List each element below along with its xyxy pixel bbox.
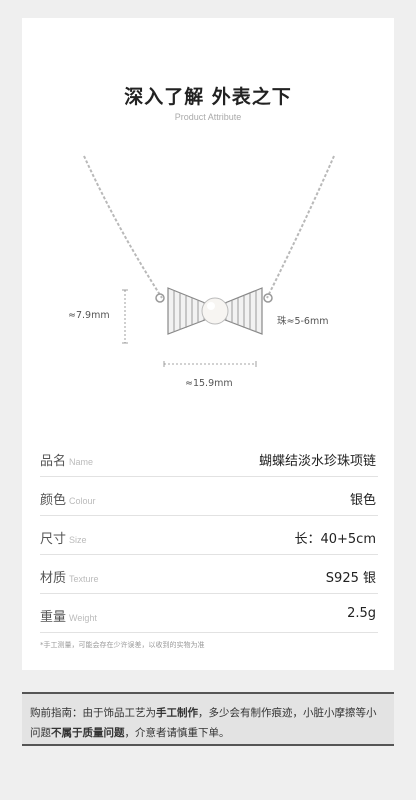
spec-row-name: 品名 Name 蝴蝶结淡水珍珠项链 xyxy=(40,438,378,477)
measurement-note: *手工测量，可能会存在少许误差，以收到的实物为准 xyxy=(40,641,205,649)
spec-row-colour: 颜色 Colour 银色 xyxy=(40,477,378,516)
spec-label-en: Size xyxy=(69,535,87,545)
spec-label-en: Name xyxy=(69,457,94,467)
spec-value: 银色 xyxy=(349,493,376,508)
notice-bold-quality: 不属于质量问题 xyxy=(51,727,125,739)
necklace-image xyxy=(83,155,335,367)
spec-label-en: Texture xyxy=(69,574,99,584)
page-subtitle: Product Attribute xyxy=(174,112,242,122)
product-card: 深入了解 外表之下 Product Attribute ≈7.9mm ≈15.9… xyxy=(22,18,394,670)
page-title: 深入了解 外表之下 xyxy=(124,86,292,108)
spec-label: 颜色 xyxy=(40,493,67,508)
spec-value: 长：40+5cm xyxy=(294,532,376,547)
purchase-notice: 购前指南：由于饰品工艺为手工制作，多少会有制作痕迹，小脏小摩擦等小问题不属于质量… xyxy=(22,692,394,746)
spec-value: S925 银 xyxy=(325,571,376,586)
spec-label-en: Colour xyxy=(69,496,96,506)
notice-bold-handmade: 手工制作 xyxy=(156,707,198,719)
spec-row-weight: 重量 Weight 2.5g xyxy=(40,594,378,633)
spec-table: 品名 Name 蝴蝶结淡水珍珠项链 颜色 Colour 银色 尺寸 Size 长：40… xyxy=(40,438,378,633)
notice-suffix: ，介意者请慎重下单。 xyxy=(124,727,230,739)
spec-label: 品名 xyxy=(40,454,67,469)
spec-label-en: Weight xyxy=(69,613,97,623)
spec-row-texture: 材质 Texture S925 银 xyxy=(40,555,378,594)
width-dimension-label: ≈15.9mm xyxy=(185,378,233,389)
spec-label: 材质 xyxy=(40,571,67,586)
notice-prefix: 购前指南：由于饰品工艺为 xyxy=(30,707,156,719)
spec-value: 蝴蝶结淡水珍珠项链 xyxy=(258,454,376,469)
height-dimension-label: ≈7.9mm xyxy=(68,310,110,321)
pearl-size-label: 珠≈5-6mm xyxy=(277,316,329,327)
spec-value: 2.5g xyxy=(347,606,376,621)
spec-label: 重量 xyxy=(40,610,67,625)
spec-row-size: 尺寸 Size 长：40+5cm xyxy=(40,516,378,555)
product-illustration: ≈7.9mm ≈15.9mm 珠≈5-6mm xyxy=(22,148,394,398)
spec-label: 尺寸 xyxy=(40,532,67,547)
